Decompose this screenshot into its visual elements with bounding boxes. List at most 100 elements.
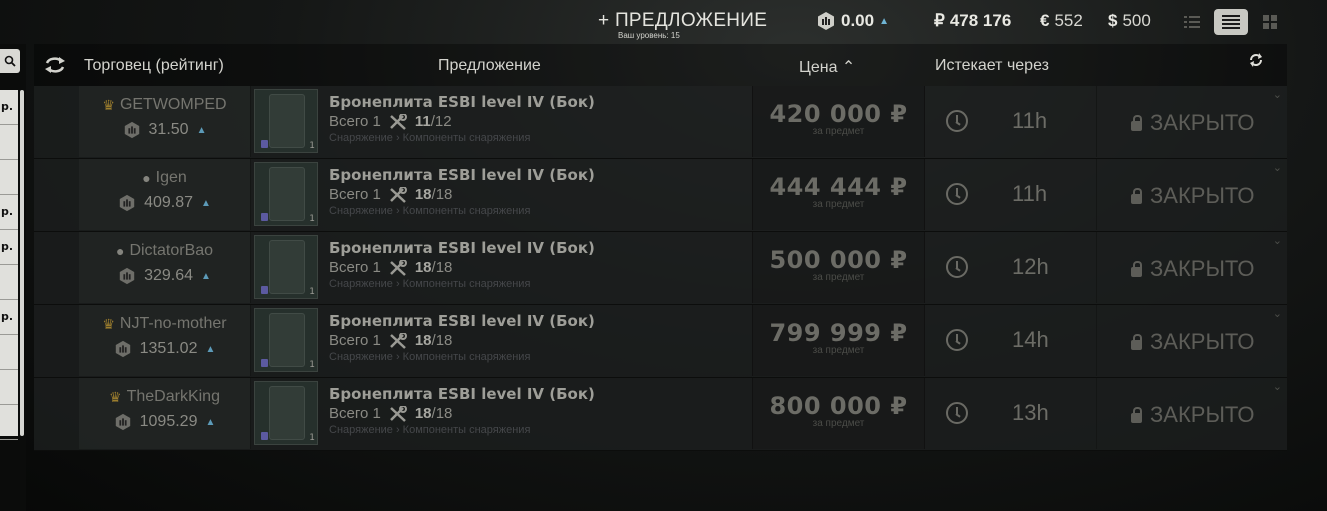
item-category[interactable]: Снаряжение › Компоненты снаряжения [329, 132, 749, 144]
expires-value: 11h [1012, 181, 1048, 206]
repair-tools-icon [389, 113, 407, 130]
column-headers: Торговец (рейтинг) Предложение Цена ⌃ Ис… [34, 44, 1287, 86]
item-thumbnail[interactable]: 1 [254, 381, 318, 445]
expires-cell: 13h [924, 378, 1095, 449]
total-qty: Всего 1 [329, 113, 381, 130]
armor-plate-image [269, 167, 305, 221]
scrollbar[interactable] [20, 90, 24, 436]
item-thumbnail[interactable]: 1 [254, 162, 318, 226]
rating-icon [119, 267, 135, 285]
header-expires[interactable]: Истекает через [935, 57, 1049, 75]
item-category[interactable]: Снаряжение › Компоненты снаряжения [329, 278, 749, 290]
item-thumbnail[interactable]: 1 [254, 89, 318, 153]
rating-icon [818, 12, 834, 30]
item-title[interactable]: Бронеплита ESBI level IV (Бок) [329, 239, 749, 257]
armor-plate-image [269, 94, 305, 148]
item-title[interactable]: Бронеплита ESBI level IV (Бок) [329, 166, 749, 184]
seller-rating: 329.64 ▲ [79, 267, 250, 285]
expand-chevron-icon[interactable]: ⌄ [1273, 234, 1282, 247]
seller[interactable]: ♛ GETWOMPED [79, 96, 250, 114]
category-item[interactable] [0, 335, 18, 370]
expand-chevron-icon[interactable]: ⌄ [1273, 161, 1282, 174]
expires-value: 12h [1012, 254, 1049, 279]
category-item[interactable]: р. [0, 300, 18, 335]
total-qty: Всего 1 [329, 186, 381, 203]
seller-cell[interactable]: ● DictatorBao 329.64 ▲ [79, 232, 251, 303]
item-title[interactable]: Бронеплита ESBI level IV (Бок) [329, 385, 749, 403]
seller[interactable]: ● Igen [79, 169, 250, 187]
rating-up-icon: ▲ [205, 343, 216, 355]
item-category[interactable]: Снаряжение › Компоненты снаряжения [329, 205, 749, 217]
durability-current: 18 [414, 405, 432, 422]
seller-cell[interactable]: ♛ GETWOMPED 31.50 ▲ [79, 86, 251, 157]
padlock-icon [1131, 334, 1142, 350]
durability-max: /12 [430, 113, 452, 130]
seller[interactable]: ● DictatorBao [79, 242, 250, 260]
item-title[interactable]: Бронеплита ESBI level IV (Бок) [329, 93, 749, 111]
category-item[interactable] [0, 405, 18, 440]
seller-cell[interactable]: ♛ TheDarkKing 1095.29 ▲ [79, 378, 251, 449]
item-category[interactable]: Снаряжение › Компоненты снаряжения [329, 424, 749, 436]
category-item[interactable]: р. [0, 195, 18, 230]
header-price[interactable]: Цена ⌃ [799, 57, 855, 77]
item-category[interactable]: Снаряжение › Компоненты снаряжения [329, 351, 749, 363]
closed-button[interactable]: ЗАКРЫТО [1131, 183, 1255, 209]
item-title[interactable]: Бронеплита ESBI level IV (Бок) [329, 312, 749, 330]
offer-row[interactable]: ● Igen 409.87 ▲ 1 Бронеплита ESBI level … [34, 159, 1287, 232]
category-item[interactable] [0, 265, 18, 300]
seller-cell[interactable]: ● Igen 409.87 ▲ [79, 159, 251, 230]
header-trader[interactable]: Торговец (рейтинг) [84, 57, 224, 75]
refresh-icon[interactable] [44, 56, 66, 74]
category-item[interactable]: р. [0, 90, 18, 125]
item-count: 1 [309, 214, 315, 224]
offer-list: ♛ GETWOMPED 31.50 ▲ 1 Бронеплита ESBI le… [34, 86, 1287, 451]
header-offer[interactable]: Предложение [438, 57, 541, 75]
expand-chevron-icon[interactable]: ⌄ [1273, 307, 1282, 320]
padlock-icon [1131, 188, 1142, 204]
seller[interactable]: ♛ TheDarkKing [79, 388, 250, 406]
action-cell: ЗАКРЫТО ⌄ [1096, 378, 1288, 449]
auto-refresh-icon[interactable] [1249, 53, 1263, 67]
rating-icon [115, 340, 130, 358]
category-item[interactable] [0, 160, 18, 195]
armor-plate-image [269, 240, 305, 294]
seller[interactable]: ♛ NJT-no-mother [79, 315, 250, 333]
rating-icon [119, 194, 135, 212]
category-item[interactable]: р. [0, 230, 18, 265]
search-button[interactable] [0, 49, 20, 73]
lock-icon [261, 213, 268, 221]
eur-icon: € [1040, 11, 1050, 30]
view-compact-button[interactable] [1175, 9, 1209, 35]
expand-chevron-icon[interactable]: ⌄ [1273, 380, 1282, 393]
lock-icon [261, 359, 268, 367]
view-grid-button[interactable] [1253, 9, 1287, 35]
price-cell: 800 000 ₽ за предмет [752, 378, 925, 449]
offer-row[interactable]: ● DictatorBao 329.64 ▲ 1 Бронеплита ESBI… [34, 232, 1287, 305]
clock-icon [946, 256, 968, 278]
expand-chevron-icon[interactable]: ⌄ [1273, 88, 1282, 101]
closed-button[interactable]: ЗАКРЫТО [1131, 329, 1255, 355]
offer-details: Бронеплита ESBI level IV (Бок) Всего 1 1… [329, 232, 749, 303]
closed-label: ЗАКРЫТО [1150, 402, 1255, 427]
closed-button[interactable]: ЗАКРЫТО [1131, 256, 1255, 282]
durability: 18/18 [415, 186, 453, 203]
closed-button[interactable]: ЗАКРЫТО [1131, 110, 1255, 136]
category-item[interactable] [0, 370, 18, 405]
offer-row[interactable]: ♛ TheDarkKing 1095.29 ▲ 1 Бронеплита ESB… [34, 378, 1287, 451]
item-thumbnail[interactable]: 1 [254, 308, 318, 372]
seller-name: GETWOMPED [119, 96, 227, 113]
add-offer-button[interactable]: + ПРЕДЛОЖЕНИЕ [598, 10, 767, 32]
expires-value: 11h [1012, 108, 1048, 133]
person-icon: ● [115, 243, 125, 259]
item-thumbnail[interactable]: 1 [254, 235, 318, 299]
offer-row[interactable]: ♛ GETWOMPED 31.50 ▲ 1 Бронеплита ESBI le… [34, 86, 1287, 159]
category-item[interactable] [0, 125, 18, 160]
seller-cell[interactable]: ♛ NJT-no-mother 1351.02 ▲ [79, 305, 251, 376]
ruble-icon: ₽ [890, 319, 908, 347]
offer-row[interactable]: ♛ NJT-no-mother 1351.02 ▲ 1 Бронеплита E… [34, 305, 1287, 378]
list-icon [1222, 15, 1240, 29]
view-list-button[interactable] [1214, 9, 1248, 35]
action-cell: ЗАКРЫТО ⌄ [1096, 86, 1288, 157]
expires-cell: 14h [924, 305, 1095, 376]
closed-button[interactable]: ЗАКРЫТО [1131, 402, 1255, 428]
